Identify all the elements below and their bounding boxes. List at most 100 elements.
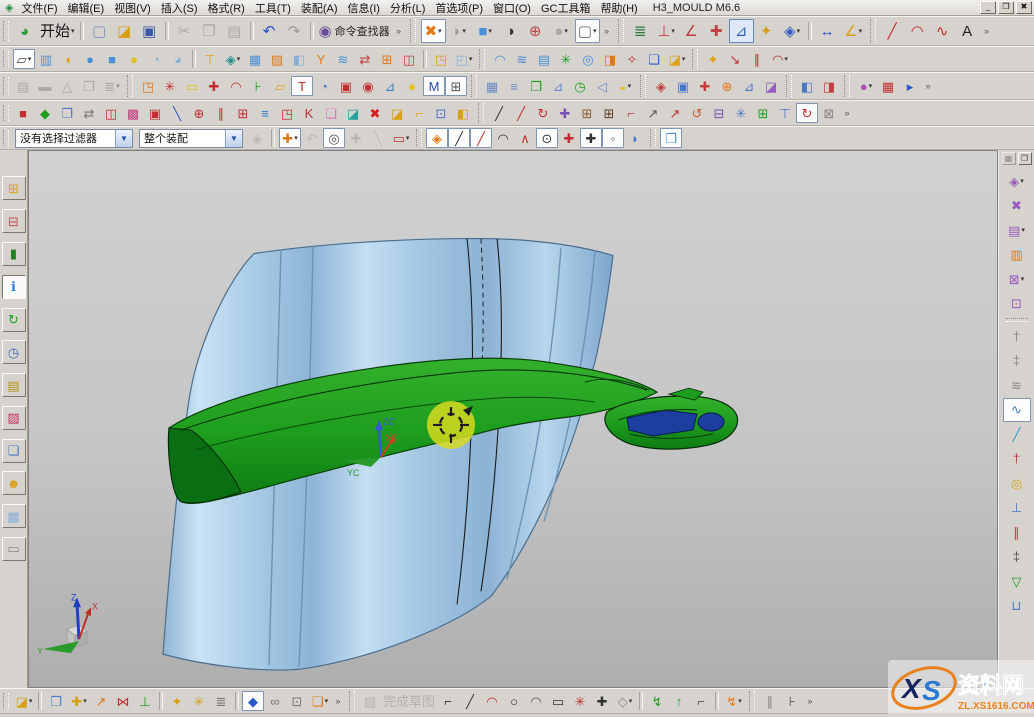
ejector-sleeve-button[interactable]: ‡ [1003, 545, 1031, 570]
toolbar-grip[interactable] [3, 21, 9, 41]
copy-arrow-button[interactable]: ↗ [664, 103, 686, 123]
measure-angle-button[interactable]: ∠▾ [841, 19, 866, 43]
offset-curve-button[interactable]: ∥ [746, 49, 768, 69]
information-notebook-button[interactable]: ≣ [628, 19, 653, 43]
sketch-rectangle-button[interactable]: ▭ [547, 691, 569, 711]
project-curve-button[interactable]: ↘ [724, 49, 746, 69]
sketch-circle-button[interactable]: ○ [503, 691, 525, 711]
sketch-arc-button[interactable]: ◠ [481, 691, 503, 711]
restore-button[interactable]: ❐ [998, 1, 1014, 14]
shell-button[interactable]: ◳ [430, 49, 452, 69]
layer-visible-button[interactable]: ❐ [525, 76, 547, 96]
move-component-button[interactable]: ↗ [90, 691, 112, 711]
cell-grid-button[interactable]: ⊞ [232, 103, 254, 123]
yellow-parts-button[interactable]: ◧ [452, 103, 474, 123]
new-file-button[interactable]: ▢ [87, 19, 112, 43]
point-on-curve-snap-button[interactable]: ◦ [602, 128, 624, 148]
layer-copy-button[interactable]: ⇄ [78, 103, 100, 123]
quick-trim-button[interactable]: ↯ [646, 691, 668, 711]
split-body-button[interactable]: Y [310, 49, 332, 69]
toolbar-grip[interactable] [3, 51, 9, 68]
bridge-curve-button[interactable]: ✦ [702, 49, 724, 69]
end-point-snap-button[interactable]: ╱ [448, 128, 470, 148]
toolbar-grip[interactable] [3, 693, 9, 710]
control-point-snap-button[interactable]: ◠ [492, 128, 514, 148]
menu-analysis[interactable]: 分析(L) [385, 0, 430, 16]
mold-library-button[interactable]: ◪ [760, 76, 782, 96]
trim-mold-component-button[interactable]: ▽ [1003, 569, 1031, 594]
slope-analysis-button[interactable]: ⊿ [379, 76, 401, 96]
arc-tool-button[interactable]: ◠ [905, 19, 930, 43]
shaded-solid-button[interactable]: ❐ [660, 128, 682, 148]
sphere-button[interactable]: ● [123, 49, 145, 69]
promote-body-button[interactable]: ⊠ [818, 103, 840, 123]
extrude-button[interactable]: ▥ [35, 49, 57, 69]
auto-dimension-button[interactable]: ∥ [759, 691, 781, 711]
profile-tool-button[interactable]: ⌐ [437, 691, 459, 711]
angle-snap-button[interactable]: ⊿ [547, 76, 569, 96]
clip-section-button[interactable]: ◗▾ [447, 19, 472, 43]
true-studio-button[interactable]: ☻ [2, 471, 26, 495]
visual-reports-button[interactable]: ❏ [2, 439, 26, 463]
curvature-analysis-button[interactable]: ◔ [313, 76, 335, 96]
wcs-origin-button[interactable]: ✚ [704, 19, 729, 43]
existing-point-snap-button[interactable]: ✚ [580, 128, 602, 148]
rotate-ccw-button[interactable]: ↺ [686, 103, 708, 123]
pocket-button[interactable]: ◔ [145, 49, 167, 69]
wait-hourglass-button[interactable]: ◒▾ [614, 76, 636, 96]
mold-measure-button[interactable]: ⊠▾ [1003, 267, 1031, 292]
find-component-button[interactable]: ◪▾ [13, 691, 35, 711]
geometric-constraints-button[interactable]: ↯▾ [723, 691, 745, 711]
text-frame-button[interactable]: T [291, 76, 313, 96]
angled-lifter-button[interactable]: ╱ [1003, 422, 1031, 447]
toolbar-grip[interactable] [3, 77, 9, 95]
cleanup-broom-button[interactable]: ⌐ [408, 103, 430, 123]
drafting-layout-button[interactable]: ▤ [12, 76, 34, 96]
menu-view[interactable]: 视图(V) [109, 0, 156, 16]
display-mode-button[interactable]: ●▾ [549, 19, 574, 43]
sketch-point-button[interactable]: ✚ [591, 691, 613, 711]
undo-button[interactable]: ↶ [257, 19, 282, 43]
pin-pair-button[interactable]: ∥ [1003, 520, 1031, 545]
calculator-button[interactable]: ⊞ [445, 76, 467, 96]
open-part-folder-button[interactable]: ◪ [386, 103, 408, 123]
projected-view-button[interactable]: △ [56, 76, 78, 96]
view-stack-button[interactable]: ≣▾ [101, 76, 123, 96]
sketch-offset-button[interactable]: ◇▾ [614, 691, 636, 711]
standard-screw-button[interactable]: † [1003, 324, 1031, 349]
highlight-select-button[interactable]: ✚▾ [279, 128, 301, 148]
menu-format[interactable]: 格式(R) [203, 0, 250, 16]
id-symbol-button[interactable]: ◉ [357, 76, 379, 96]
menu-information[interactable]: 信息(I) [343, 0, 385, 16]
overflow-button[interactable]: » [394, 22, 404, 40]
inferred-dimension-button[interactable]: ⊦ [781, 691, 803, 711]
history-clock-button[interactable]: ◷ [569, 76, 591, 96]
subtract-button[interactable]: ▧ [266, 49, 288, 69]
nx-app-button[interactable]: ◕ [12, 19, 37, 43]
selection-scope-combo[interactable]: 整个装配 ▼ [139, 129, 243, 148]
move-line-button[interactable]: ╱ [488, 103, 510, 123]
face-grid-button[interactable]: ▦ [877, 76, 899, 96]
box-measure-button[interactable]: ⊡ [430, 103, 452, 123]
pattern-feature-button[interactable]: ⊞ [376, 49, 398, 69]
ruled-surface-button[interactable]: ◠ [489, 49, 511, 69]
part-navigator-button[interactable]: ▮ [2, 242, 26, 266]
plane-tool-button[interactable]: ◪ [342, 103, 364, 123]
intersection-snap-button[interactable]: ∧ [514, 128, 536, 148]
model-canvas[interactable]: ZC XC YC Z X Y [29, 151, 997, 687]
bounded-plane-button[interactable]: ◎ [577, 49, 599, 69]
sketch-task-environment-button[interactable]: ▨ [359, 691, 381, 711]
menu-tools[interactable]: 工具(T) [250, 0, 296, 16]
n-sided-surface-button[interactable]: ◪▾ [666, 49, 688, 69]
menu-insert[interactable]: 插入(S) [156, 0, 203, 16]
weld-symbol-button[interactable]: ● [401, 76, 423, 96]
mold-pattern-button[interactable]: ⊡ [1003, 292, 1031, 317]
joined-curve-button[interactable]: ◠▾ [769, 49, 791, 69]
view-background-button[interactable]: ▢▾ [575, 19, 600, 43]
point-constructor-button[interactable]: ✦ [754, 19, 779, 43]
menu-preferences[interactable]: 首选项(P) [430, 0, 488, 16]
component-info-button[interactable]: ⊡ [286, 691, 308, 711]
move-to-layer-button[interactable]: ❐ [56, 103, 78, 123]
finish-sketch-button[interactable]: 完成草图 [381, 691, 437, 711]
object-palette-button[interactable]: ▩ [122, 103, 144, 123]
